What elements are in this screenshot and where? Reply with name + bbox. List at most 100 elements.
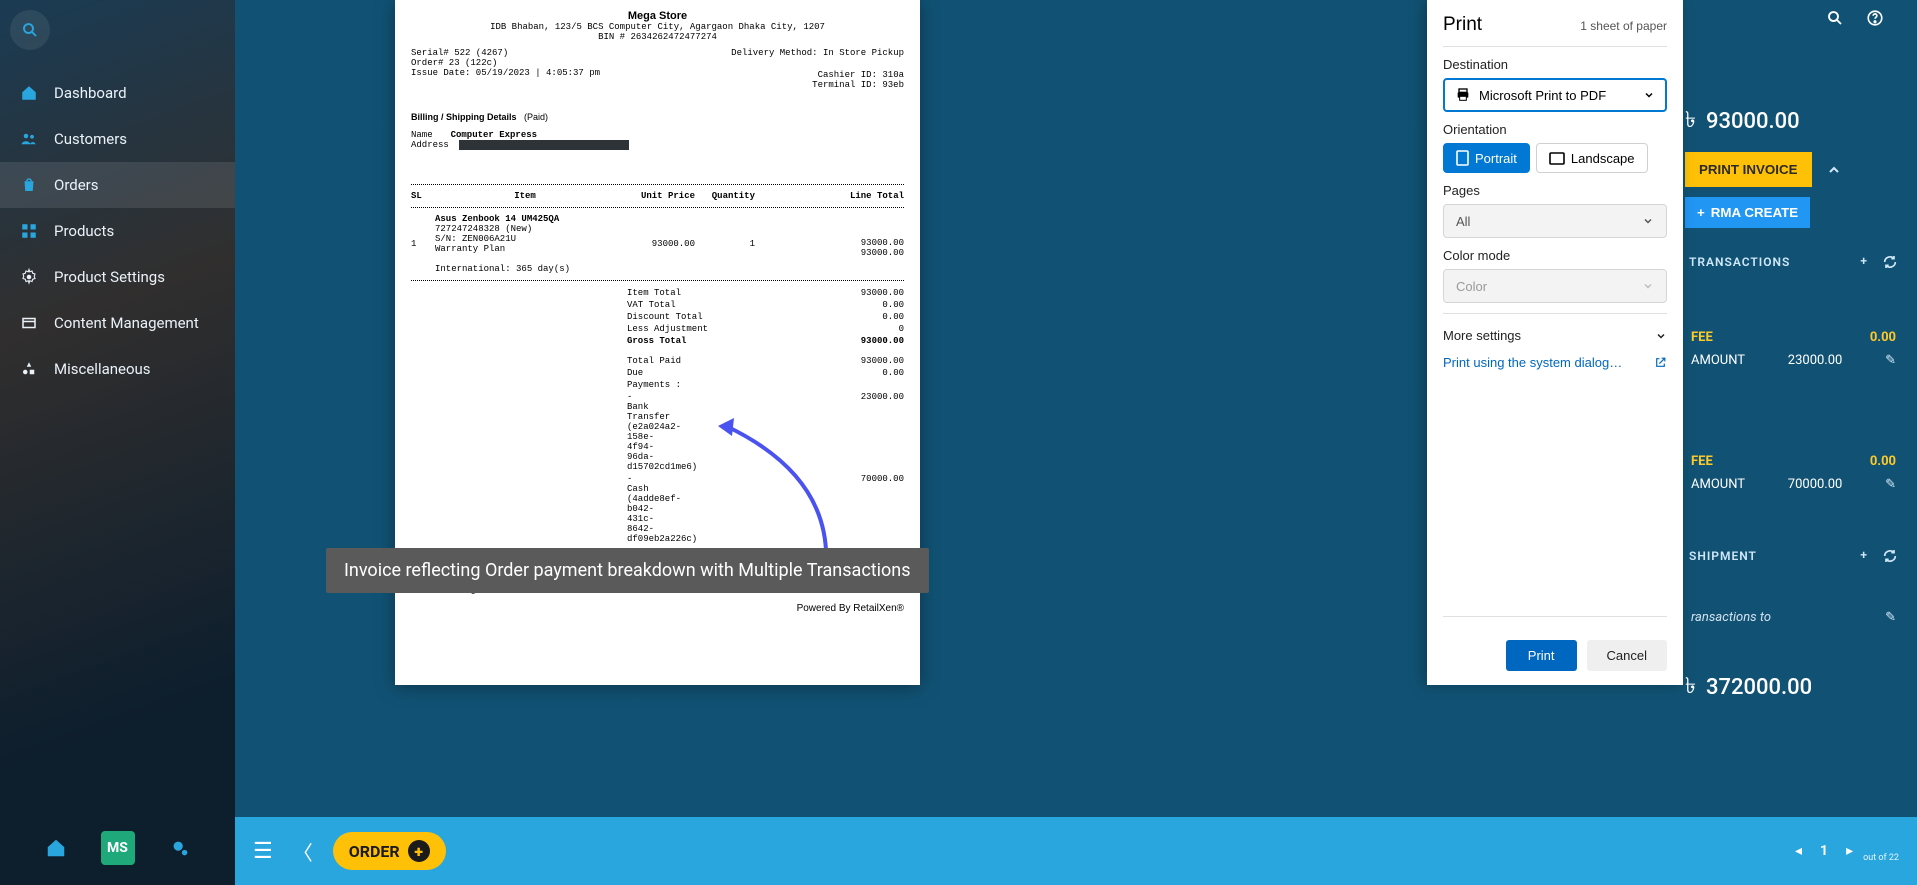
gear-icon [20,268,38,286]
sidebar-item-orders[interactable]: Orders [0,162,235,208]
chevron-down-icon [1642,280,1654,292]
item-sku: 727247248328 (New) [435,224,532,234]
print-invoice-button[interactable]: PRINT INVOICE [1685,152,1812,187]
gross-value: 93000.00 [861,336,904,346]
store-chip[interactable]: MS [101,831,135,865]
sidebar-item-label: Content Management [54,314,199,332]
address-label: Address [411,140,449,150]
col-line: Line Total [755,191,904,201]
refresh-icon[interactable] [1882,254,1898,270]
order-chip[interactable]: ORDER + [333,832,446,870]
bottom-bar: ☰ 〈 ORDER + ◂ 1 ▸ out of 22 [235,817,1917,885]
item-line1: 93000.00 [755,238,904,248]
sidebar-item-products[interactable]: Products [0,208,235,254]
total-label: Less Adjustment [411,324,708,334]
amount-label: AMOUNT [1691,353,1745,368]
portrait-label: Portrait [1475,151,1517,166]
pager-count: out of 22 [1863,853,1899,863]
pager-next[interactable]: ▸ [1846,843,1853,859]
grid-icon [20,222,38,240]
total-label: VAT Total [411,300,676,310]
amount-label: AMOUNT [1691,477,1745,492]
sidebar-item-dashboard[interactable]: Dashboard [0,70,235,116]
pages-select[interactable]: All [1443,204,1667,238]
due-label: Due [411,368,643,378]
item-intl: International: 365 day(s) [435,264,570,274]
powered-by: Powered By RetailXen® [411,603,904,614]
name-label: Name [411,130,433,140]
plus-icon: + [408,840,430,862]
plus-icon[interactable]: + [1860,254,1868,270]
shipment-heading: SHIPMENT [1689,549,1757,563]
more-settings-label: More settings [1443,328,1521,343]
cashier-id: Cashier ID: 310a [731,70,904,80]
paid-value: 93000.00 [861,356,904,366]
order-no: Order# 23 (122c) [411,58,600,68]
print-button[interactable]: Print [1506,640,1577,671]
print-dialog: Print 1 sheet of paper Destination Micro… [1427,0,1683,685]
edit-icon[interactable]: ✎ [1885,477,1896,492]
gross-label: Gross Total [411,336,686,346]
due-value: 0.00 [882,368,904,378]
sidebar-item-customers[interactable]: Customers [0,116,235,162]
home-shortcut[interactable] [39,831,73,865]
bag-icon [20,176,38,194]
chevron-up-icon[interactable] [1826,162,1842,178]
pager-prev[interactable]: ◂ [1795,843,1802,859]
home-icon [20,84,38,102]
search-icon[interactable] [1826,9,1844,27]
item-unit: 93000.00 [615,239,695,249]
print-title: Print [1443,14,1482,36]
settings-shortcut[interactable] [163,831,197,865]
sidebar-item-label: Products [54,222,114,240]
system-dialog-label: Print using the system dialog… [1443,355,1622,370]
serial: Serial# 522 (4267) [411,48,600,58]
sidebar-item-product-settings[interactable]: Product Settings [0,254,235,300]
col-unit: Unit Price [615,191,695,201]
issue-date: Issue Date: 05/19/2023 | 4:05:37 pm [411,68,600,78]
portrait-icon [1456,150,1469,166]
annotation-caption: Invoice reflecting Order payment breakdo… [326,548,929,593]
sidebar-item-label: Orders [54,176,99,194]
chevron-down-icon [1655,330,1667,342]
system-dialog-link[interactable]: Print using the system dialog… [1443,355,1667,370]
customer-name: Computer Express [451,130,537,140]
cancel-button[interactable]: Cancel [1587,640,1667,671]
destination-select[interactable]: Microsoft Print to PDF [1443,78,1667,112]
pages-value: All [1456,214,1470,229]
total-label: Item Total [411,288,681,298]
total-value: 0 [899,324,904,334]
sidebar-item-label: Product Settings [54,268,165,286]
landscape-button[interactable]: Landscape [1536,143,1648,173]
sidebar-item-content-management[interactable]: Content Management [0,300,235,346]
search-button[interactable] [10,10,50,50]
edit-icon[interactable]: ✎ [1885,353,1896,368]
fee-value: 0.00 [1870,454,1896,469]
order-total-amount: 93000.00 [1706,109,1800,134]
chevron-down-icon [1643,89,1655,101]
orientation-label: Orientation [1443,122,1667,137]
order-total: ৳ 93000.00 [1685,103,1902,152]
printer-icon [1455,87,1471,103]
refresh-icon[interactable] [1882,548,1898,564]
sidebar-item-label: Miscellaneous [54,360,151,378]
more-settings-toggle[interactable]: More settings [1443,324,1667,347]
col-item: Item [435,191,615,201]
portrait-button[interactable]: Portrait [1443,143,1530,173]
color-select: Color [1443,269,1667,303]
store-address: IDB Bhaban, 123/5 BCS Computer City, Aga… [411,22,904,32]
total-label: Discount Total [411,312,703,322]
help-icon[interactable] [1866,9,1884,27]
back-icon[interactable]: 〈 [293,837,313,866]
rma-create-button[interactable]: +RMA CREATE [1685,197,1810,228]
fee-value: 0.00 [1870,330,1896,345]
fee-label: FEE [1691,330,1713,345]
sidebar-item-miscellaneous[interactable]: Miscellaneous [0,346,235,392]
store-bin: BIN # 2634262472477274 [411,32,904,42]
rma-label: RMA CREATE [1711,205,1798,220]
menu-icon[interactable]: ☰ [253,839,273,864]
transactions-note: ransactions to [1691,610,1771,625]
plus-icon[interactable]: + [1860,548,1868,564]
edit-icon[interactable]: ✎ [1885,610,1896,625]
pages-label: Pages [1443,183,1667,198]
